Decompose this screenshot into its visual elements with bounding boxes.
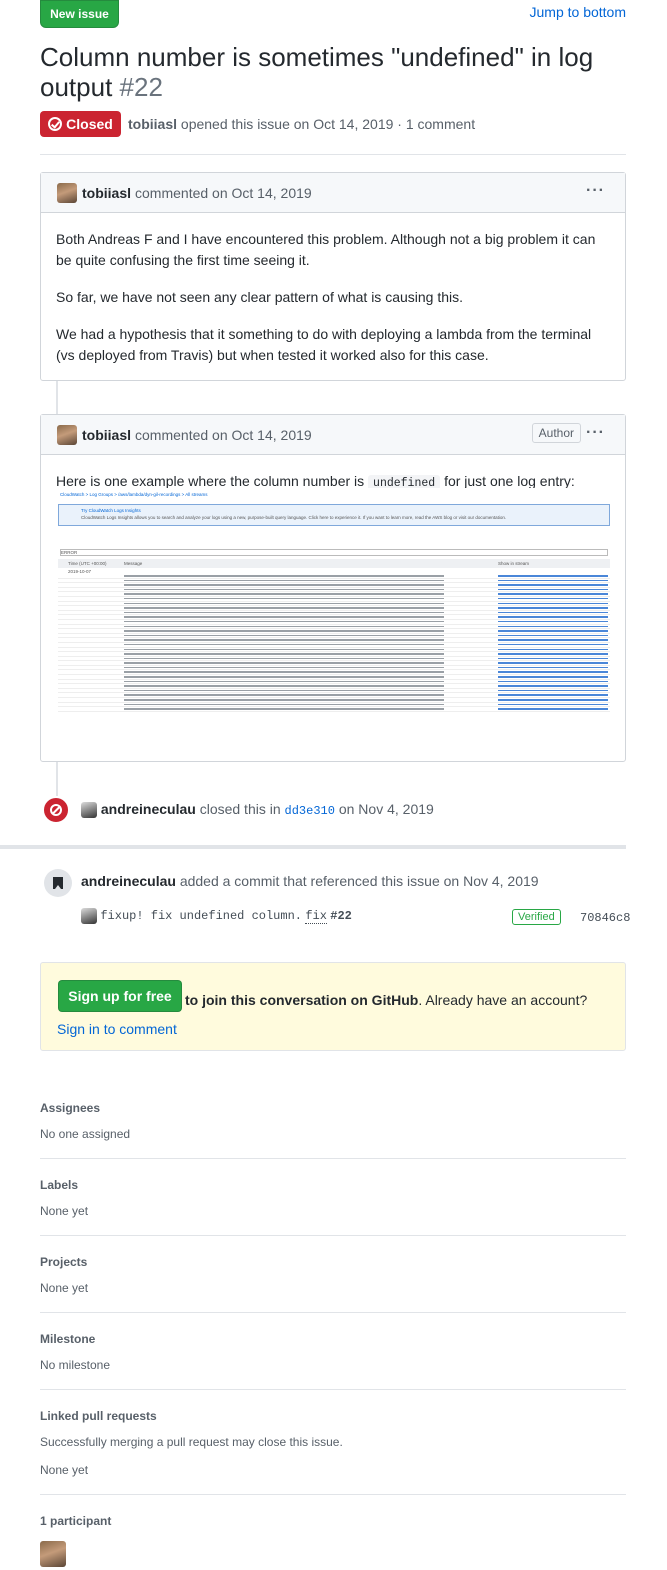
- more-options-icon[interactable]: ···: [586, 182, 605, 200]
- event-author[interactable]: andreineculau: [81, 873, 176, 889]
- divider: [40, 1235, 626, 1236]
- commit-row: fixup! fix undefined column. fix #22: [81, 908, 352, 925]
- labels-value: None yet: [40, 1204, 89, 1218]
- event-author[interactable]: andreineculau: [101, 801, 196, 817]
- signup-bold-text: to join this conversation on GitHub: [185, 992, 419, 1008]
- issue-title: Column number is sometimes "undefined" i…: [40, 42, 640, 102]
- issue-closed-icon: [48, 117, 63, 131]
- divider: [40, 1389, 626, 1390]
- timeline-line: [56, 760, 58, 796]
- event-text: added a commit that referenced this issu…: [179, 873, 539, 889]
- new-issue-button[interactable]: New issue: [40, 0, 119, 28]
- commit-event: andreineculau added a commit that refere…: [81, 873, 539, 889]
- issue-meta: tobiiasl opened this issue on Oct 14, 20…: [128, 116, 475, 132]
- embedded-screenshot[interactable]: CloudWatch > Log Groups > /aws/lambda/dy…: [58, 488, 613, 740]
- screenshot-table-header: Time (UTC +00:00) Message Show in stream: [58, 559, 610, 568]
- projects-value: None yet: [40, 1281, 89, 1295]
- screenshot-col-stream: Show in stream: [498, 561, 530, 566]
- more-options-icon[interactable]: ···: [586, 424, 605, 442]
- bookmark-icon: [53, 877, 63, 889]
- state-badge: Closed: [40, 111, 121, 137]
- commit-issue-ref[interactable]: #22: [330, 909, 352, 923]
- event-date[interactable]: on Nov 4, 2019: [339, 801, 434, 817]
- closed-icon: [50, 804, 62, 816]
- linked-prs-value: None yet: [40, 1463, 89, 1477]
- signup-prompt: to join this conversation on GitHub. Alr…: [40, 962, 626, 1051]
- screenshot-banner-title: Try CloudWatch Logs Insights: [81, 508, 141, 513]
- avatar[interactable]: [81, 908, 97, 924]
- avatar[interactable]: [81, 802, 97, 819]
- verified-badge[interactable]: Verified: [512, 909, 561, 925]
- jump-to-bottom-link[interactable]: Jump to bottom: [530, 4, 627, 20]
- closed-commit-link[interactable]: dd3e310: [285, 804, 335, 818]
- linked-prs-description: Successfully merging a pull request may …: [40, 1435, 343, 1449]
- comment-header: tobiiasl commented on Oct 14, 2019 Autho…: [41, 415, 625, 455]
- assignees-heading[interactable]: Assignees: [40, 1101, 100, 1115]
- timeline-line: [56, 380, 58, 414]
- comment-paragraph: We had a hypothesis that it something to…: [56, 326, 592, 363]
- screenshot-banner: Try CloudWatch Logs Insights CloudWatch …: [58, 504, 610, 526]
- divider: [40, 1312, 626, 1313]
- closed-event: andreineculau closed this in dd3e310 on …: [81, 801, 434, 819]
- comment-author[interactable]: tobiiasl: [82, 427, 131, 443]
- comment-text: Here is one example where the column num…: [56, 473, 365, 489]
- comment-header: tobiiasl commented on Oct 14, 2019 ···: [41, 173, 625, 213]
- comment-paragraph: Both Andreas F and I have encountered th…: [56, 231, 596, 268]
- avatar[interactable]: [57, 424, 77, 445]
- issue-opened-text: opened this issue on Oct 14, 2019 · 1 co…: [180, 116, 476, 132]
- issue-author-link[interactable]: tobiiasl: [128, 116, 177, 132]
- comment-text: for just one log entry:: [444, 473, 575, 489]
- screenshot-col-time: Time (UTC +00:00): [68, 561, 107, 566]
- participant-avatar[interactable]: [40, 1541, 66, 1567]
- screenshot-breadcrumb: CloudWatch > Log Groups > /aws/lambda/dy…: [60, 492, 208, 497]
- commit-sha[interactable]: 70846c8: [580, 911, 630, 925]
- labels-heading[interactable]: Labels: [40, 1178, 78, 1192]
- assignees-value: No one assigned: [40, 1127, 131, 1141]
- comment: tobiiasl commented on Oct 14, 2019 ··· B…: [40, 172, 626, 381]
- commit-fix-text: fix: [305, 909, 327, 925]
- event-text: closed this in: [199, 801, 281, 817]
- avatar[interactable]: [57, 182, 77, 203]
- comment-author[interactable]: tobiiasl: [82, 185, 131, 201]
- screenshot-col-message: Message: [124, 561, 143, 566]
- signup-plain-text: . Already have an account?: [418, 992, 588, 1008]
- closed-event-badge: [42, 796, 70, 824]
- milestone-heading[interactable]: Milestone: [40, 1332, 95, 1346]
- timeline-divider: [0, 845, 626, 849]
- divider: [40, 1494, 626, 1495]
- linked-prs-heading[interactable]: Linked pull requests: [40, 1409, 157, 1423]
- projects-heading[interactable]: Projects: [40, 1255, 87, 1269]
- participants-heading: 1 participant: [40, 1514, 112, 1528]
- milestone-value: No milestone: [40, 1358, 111, 1372]
- state-label: Closed: [66, 116, 113, 132]
- author-badge: Author: [531, 423, 581, 443]
- divider: [40, 154, 626, 155]
- screenshot-filter: ERROR: [60, 549, 608, 556]
- issue-number: #22: [119, 72, 163, 102]
- sign-in-link[interactable]: Sign in to comment: [57, 1021, 177, 1037]
- screenshot-log-row: [58, 707, 610, 712]
- comment-date[interactable]: commented on Oct 14, 2019: [135, 427, 312, 443]
- comment-date[interactable]: commented on Oct 14, 2019: [135, 185, 312, 201]
- screenshot-rows: [58, 574, 610, 712]
- comment-body: Both Andreas F and I have encountered th…: [41, 229, 625, 366]
- commit-message[interactable]: fixup! fix undefined column.: [100, 909, 302, 923]
- commit-event-badge: [44, 869, 72, 897]
- divider: [40, 1158, 626, 1159]
- comment-paragraph: So far, we have not seen any clear patte…: [56, 289, 464, 305]
- sign-up-button[interactable]: Sign up for free: [58, 980, 182, 1012]
- screenshot-banner-body: CloudWatch Logs Insights allows you to s…: [81, 515, 507, 520]
- screenshot-filter-text: ERROR: [61, 550, 78, 555]
